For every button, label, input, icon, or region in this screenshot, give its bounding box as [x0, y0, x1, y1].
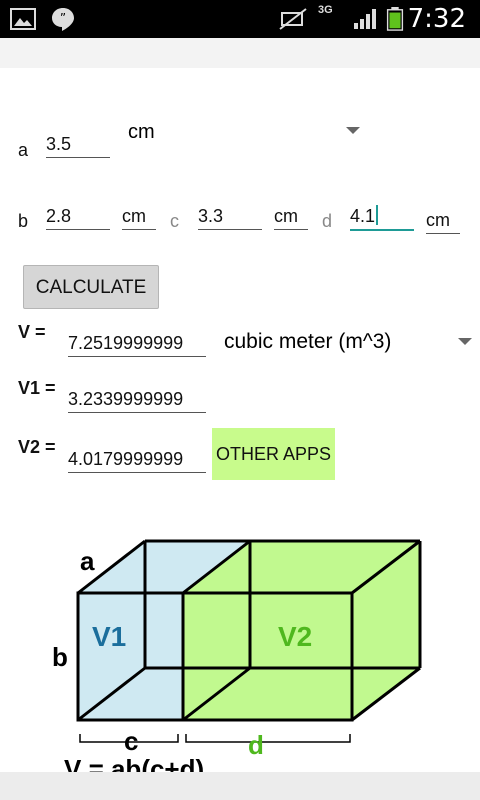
image-icon [10, 8, 36, 30]
diagram-label-v1: V1 [92, 621, 126, 652]
dropdown-arrow-icon [346, 127, 360, 134]
result-v1[interactable]: 3.2339999999 [68, 386, 206, 413]
v1-front-face [78, 593, 183, 720]
result-v2[interactable]: 4.0179999999 [68, 446, 206, 473]
input-a[interactable]: 3.5 [46, 131, 110, 158]
input-d[interactable]: 4.1 [350, 203, 414, 231]
text-cursor [376, 205, 379, 225]
hangouts-icon: ” [52, 8, 74, 31]
label-v1: V1 = [18, 378, 56, 398]
svg-text:”: ” [60, 11, 66, 25]
input-b[interactable]: 2.8 [46, 203, 110, 230]
network-3g-icon: 3G [318, 4, 333, 16]
action-bar [0, 38, 480, 68]
diagram-label-c: c [124, 726, 138, 756]
diagram-label-d: d [248, 730, 264, 760]
label-d: d [322, 211, 333, 231]
label-b: b [18, 211, 29, 231]
label-a: a [18, 140, 29, 160]
dropdown-arrow-icon [458, 338, 472, 345]
diagram-label-a: a [80, 546, 95, 576]
dimension-brackets [79, 734, 351, 743]
status-bar: ” 3G 7:32 [0, 0, 480, 38]
label-v: V = [18, 322, 46, 342]
diagram-label-v2: V2 [278, 621, 312, 652]
input-d-value: 4.1 [350, 206, 376, 226]
label-v2: V2 = [18, 437, 56, 457]
unit-b[interactable]: cm [122, 203, 156, 230]
unit-spinner-a-value: cm [128, 121, 155, 143]
diagram-formula: V = ab(c+d) [64, 754, 204, 772]
signal-icon [354, 9, 376, 29]
volume-unit-spinner[interactable]: cubic meter (m^3) [224, 328, 474, 358]
unit-d[interactable]: cm [426, 207, 460, 234]
diagram-label-b: b [52, 642, 68, 672]
unit-c[interactable]: cm [274, 203, 308, 230]
other-apps-button[interactable]: OTHER APPS [212, 428, 335, 480]
bottom-bar [0, 772, 480, 800]
result-v[interactable]: 7.2519999999 [68, 330, 206, 357]
unit-spinner-a[interactable]: cm [128, 121, 373, 149]
mute-icon [279, 8, 307, 30]
calculate-button[interactable]: CALCULATE [23, 265, 159, 309]
input-c[interactable]: 3.3 [198, 203, 262, 230]
battery-icon [386, 7, 404, 31]
volume-unit-value: cubic meter (m^3) [224, 330, 392, 353]
label-c: c [170, 211, 179, 231]
clock: 7:32 [407, 4, 466, 34]
cuboid-diagram: a b V1 V2 c d V = ab(c+d) [52, 539, 422, 772]
